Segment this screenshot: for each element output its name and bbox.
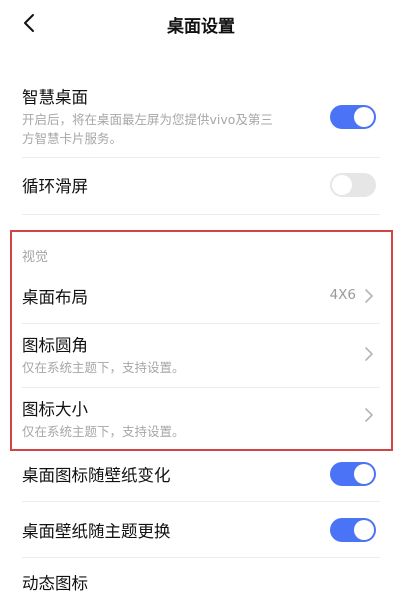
toggle-knob bbox=[354, 520, 374, 540]
wallpaper-follow-theme-title: 桌面壁纸随主题更换 bbox=[22, 522, 171, 541]
icon-follow-wallpaper-title: 桌面图标随壁纸变化 bbox=[22, 466, 171, 485]
smart-desktop-desc-line2: 方智慧卡片服务。 bbox=[22, 131, 123, 146]
smart-desktop-toggle[interactable] bbox=[330, 105, 376, 129]
toggle-knob bbox=[354, 464, 374, 484]
toggle-knob bbox=[354, 107, 374, 127]
icon-follow-wallpaper-row[interactable]: 桌面图标随壁纸变化 bbox=[0, 452, 402, 500]
wallpaper-follow-theme-row[interactable]: 桌面壁纸随主题更换 bbox=[0, 504, 402, 556]
divider bbox=[22, 214, 380, 215]
smart-desktop-desc-line1: 开启后，将在桌面最左屏为您提供vivo及第三 bbox=[22, 112, 273, 127]
highlight-box bbox=[10, 230, 393, 451]
divider bbox=[22, 157, 380, 158]
toggle-knob bbox=[332, 175, 352, 195]
loop-scroll-title: 循环滑屏 bbox=[22, 177, 88, 196]
header-bar: 桌面设置 bbox=[0, 0, 402, 46]
smart-desktop-row[interactable]: 智慧桌面 开启后，将在桌面最左屏为您提供vivo及第三 方智慧卡片服务。 bbox=[0, 76, 402, 156]
wallpaper-follow-theme-toggle[interactable] bbox=[330, 518, 376, 542]
divider bbox=[22, 557, 380, 558]
dynamic-icon-title: 动态图标 bbox=[22, 574, 88, 593]
icon-follow-wallpaper-toggle[interactable] bbox=[330, 462, 376, 486]
dynamic-icon-row[interactable]: 动态图标 bbox=[0, 560, 402, 598]
page-title: 桌面设置 bbox=[167, 17, 235, 37]
divider bbox=[22, 501, 380, 502]
loop-scroll-toggle[interactable] bbox=[330, 173, 376, 197]
smart-desktop-title: 智慧桌面 bbox=[22, 88, 88, 107]
loop-scroll-row[interactable]: 循环滑屏 bbox=[0, 160, 402, 210]
